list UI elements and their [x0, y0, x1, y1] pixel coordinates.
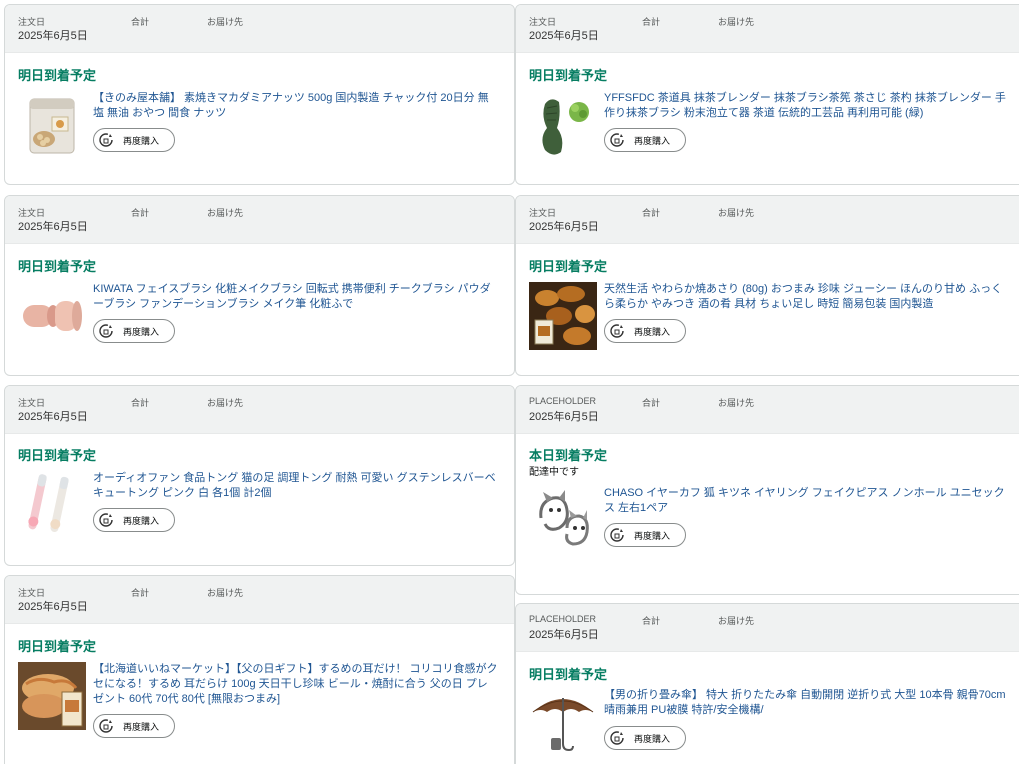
order-date: 2025年6月5日	[18, 601, 88, 613]
rebuy-label: 再度購入	[123, 135, 160, 146]
ship-to-label: お届け先	[207, 588, 244, 598]
product-title-link[interactable]: 天然生活 やわらか焼あさり (80g) おつまみ 珍味 ジューシー ほんのり甘め…	[604, 282, 1008, 312]
ship-to-label: お届け先	[207, 208, 244, 218]
product-image[interactable]	[18, 472, 86, 540]
order-card: 注文日 合計 お届け先 2025年6月5日 明日到着予定 YFFSFDC 茶道具…	[515, 4, 1019, 185]
order-total-label: 合計	[642, 398, 661, 408]
order-total-label: 合計	[642, 17, 661, 27]
rebuy-icon	[608, 322, 626, 340]
order-header: PLACEHOLDER 合計 お届け先 2025年6月5日	[516, 386, 1019, 434]
product-image[interactable]	[18, 662, 86, 730]
product-title-link[interactable]: 【男の折り畳み傘】 特大 折りたたみ傘 自動開閉 逆折り式 大型 10本骨 親骨…	[604, 688, 1008, 718]
order-header: 注文日 合計 お届け先 2025年6月5日	[5, 576, 514, 624]
delivery-status: 明日到着予定	[529, 259, 608, 274]
rebuy-label: 再度購入	[634, 733, 671, 744]
rebuy-icon	[97, 322, 115, 340]
rebuy-button[interactable]: 再度購入	[604, 726, 686, 750]
ship-to-label: お届け先	[207, 17, 244, 27]
order-date: 2025年6月5日	[529, 629, 599, 641]
rebuy-icon	[608, 729, 626, 747]
order-date: 2025年6月5日	[529, 221, 599, 233]
rebuy-label: 再度購入	[634, 135, 671, 146]
order-header: PLACEHOLDER 合計 お届け先 2025年6月5日	[516, 604, 1019, 652]
order-total-label: 合計	[131, 17, 150, 27]
delivery-status: 明日到着予定	[18, 68, 97, 83]
delivery-substatus: 配達中です	[529, 467, 579, 478]
order-card: 注文日 合計 お届け先 2025年6月5日 明日到着予定 【きのみ屋本舗】 素焼…	[4, 4, 515, 185]
order-date: 2025年6月5日	[18, 30, 88, 42]
product-title-link[interactable]: 【北海道いいねマーケット】【父の日ギフト】するめの耳だけ！ コリコリ食感がクセに…	[93, 662, 498, 707]
rebuy-button[interactable]: 再度購入	[604, 319, 686, 343]
order-total-label: 合計	[642, 208, 661, 218]
product-title-link[interactable]: CHASO イヤーカフ 狐 キツネ イヤリング フェイクピアス ノンホール ユニ…	[604, 486, 1008, 516]
rebuy-button[interactable]: 再度購入	[93, 128, 175, 152]
order-date: 2025年6月5日	[18, 411, 88, 423]
delivery-status: 明日到着予定	[529, 68, 608, 83]
rebuy-button[interactable]: 再度購入	[604, 128, 686, 152]
order-total-label: 合計	[642, 616, 661, 626]
rebuy-button[interactable]: 再度購入	[93, 508, 175, 532]
rebuy-label: 再度購入	[634, 530, 671, 541]
order-header: 注文日 合計 お届け先 2025年6月5日	[516, 196, 1019, 244]
order-date-label: PLACEHOLDER	[529, 614, 597, 624]
order-date: 2025年6月5日	[529, 411, 599, 423]
rebuy-label: 再度購入	[123, 515, 160, 526]
order-header: 注文日 合計 お届け先 2025年6月5日	[5, 196, 514, 244]
delivery-status: 明日到着予定	[18, 259, 97, 274]
ship-to-label: お届け先	[718, 208, 755, 218]
rebuy-icon	[97, 511, 115, 529]
delivery-status: 明日到着予定	[18, 639, 97, 654]
rebuy-button[interactable]: 再度購入	[604, 523, 686, 547]
order-total-label: 合計	[131, 208, 150, 218]
rebuy-icon	[97, 717, 115, 735]
rebuy-label: 再度購入	[123, 326, 160, 337]
order-card: 注文日 合計 お届け先 2025年6月5日 明日到着予定 天然生活 やわらか焼あ…	[515, 195, 1019, 376]
product-title-link[interactable]: KIWATA フェイスブラシ 化粧メイクブラシ 回転式 携帯便利 チークブラシ …	[93, 282, 498, 312]
rebuy-label: 再度購入	[634, 326, 671, 337]
product-title-link[interactable]: 【きのみ屋本舗】 素焼きマカダミアナッツ 500g 国内製造 チャック付 20日…	[93, 91, 498, 121]
order-card: PLACEHOLDER 合計 お届け先 2025年6月5日 本日到着予定 配達中…	[515, 385, 1019, 595]
product-image[interactable]	[18, 282, 86, 350]
ship-to-label: お届け先	[718, 17, 755, 27]
order-header: 注文日 合計 お届け先 2025年6月5日	[5, 5, 514, 53]
product-image[interactable]	[529, 688, 597, 756]
product-title-link[interactable]: YFFSFDC 茶道具 抹茶ブレンダー 抹茶ブラシ茶筅 茶さじ 茶杓 抹茶ブレン…	[604, 91, 1008, 121]
order-header: 注文日 合計 お届け先 2025年6月5日	[5, 386, 514, 434]
product-image[interactable]	[529, 93, 597, 161]
order-date: 2025年6月5日	[18, 221, 88, 233]
order-date-label: PLACEHOLDER	[529, 396, 597, 406]
delivery-status: 本日到着予定	[529, 448, 608, 463]
ship-to-label: お届け先	[718, 398, 755, 408]
order-header: 注文日 合計 お届け先 2025年6月5日	[516, 5, 1019, 53]
order-card: PLACEHOLDER 合計 お届け先 2025年6月5日 明日到着予定 【男の…	[515, 603, 1019, 764]
ship-to-label: お届け先	[207, 398, 244, 408]
rebuy-icon	[97, 131, 115, 149]
rebuy-label: 再度購入	[123, 721, 160, 732]
rebuy-icon	[608, 131, 626, 149]
product-title-link[interactable]: オーディオファン 食品トング 猫の足 調理トング 耐熱 可愛い グステンレスバー…	[93, 471, 498, 501]
rebuy-icon	[608, 526, 626, 544]
order-card: 注文日 合計 お届け先 2025年6月5日 明日到着予定 KIWATA フェイス…	[4, 195, 515, 376]
order-total-label: 合計	[131, 588, 150, 598]
order-date: 2025年6月5日	[529, 30, 599, 42]
rebuy-button[interactable]: 再度購入	[93, 714, 175, 738]
ship-to-label: お届け先	[718, 616, 755, 626]
order-card: 注文日 合計 お届け先 2025年6月5日 明日到着予定 【北海道いいねマーケッ…	[4, 575, 515, 764]
product-image[interactable]	[529, 282, 597, 350]
delivery-status: 明日到着予定	[529, 667, 608, 682]
rebuy-button[interactable]: 再度購入	[93, 319, 175, 343]
order-total-label: 合計	[131, 398, 150, 408]
order-card: 注文日 合計 お届け先 2025年6月5日 明日到着予定 オーディオファン 食品…	[4, 385, 515, 566]
delivery-status: 明日到着予定	[18, 448, 97, 463]
product-image[interactable]	[18, 93, 86, 161]
product-image[interactable]	[529, 486, 597, 554]
